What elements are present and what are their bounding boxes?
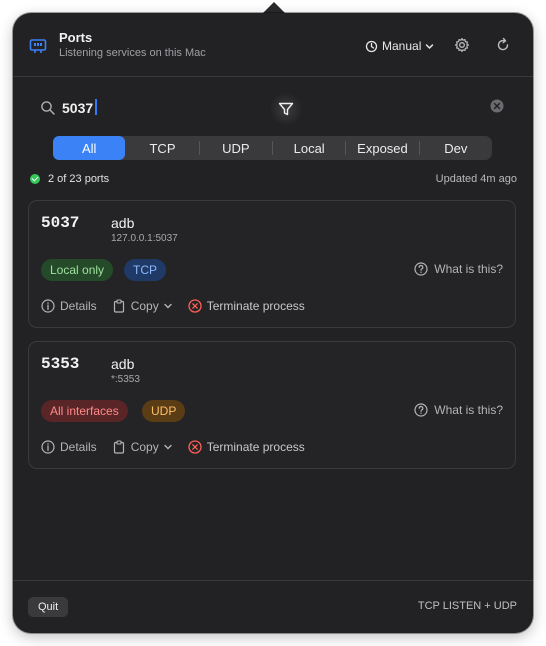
details-button[interactable]: Details — [41, 440, 97, 454]
chevron-down-icon — [426, 43, 434, 49]
clipboard-icon — [113, 299, 124, 313]
port-number: 5037 — [41, 214, 80, 232]
terminate-label: Terminate process — [206, 440, 305, 454]
process-name: adb — [111, 356, 135, 372]
copy-menu-button[interactable]: Copy — [113, 440, 172, 454]
terminate-process-button[interactable]: Terminate process — [188, 299, 305, 313]
question-icon — [414, 262, 428, 276]
details-button[interactable]: Details — [41, 299, 97, 313]
copy-label: Copy — [130, 299, 159, 313]
details-label: Details — [60, 299, 97, 313]
refresh-mode-label: Manual — [382, 39, 422, 53]
result-count: 2 of 23 ports — [48, 173, 110, 185]
scope-badge: All interfaces — [41, 400, 128, 422]
port-number: 5353 — [41, 355, 80, 373]
footer-divider — [13, 580, 533, 581]
info-icon — [41, 440, 55, 454]
app-subtitle: Listening services on this Mac — [59, 47, 206, 59]
chevron-down-icon — [164, 303, 172, 309]
chevron-down-icon — [164, 444, 172, 450]
port-card: 5353 adb *:5353 All interfaces UDP What … — [28, 341, 516, 469]
details-label: Details — [60, 440, 97, 454]
question-icon — [414, 403, 428, 417]
listen-address: *:5353 — [111, 374, 140, 385]
popover-arrow — [263, 2, 285, 13]
filter-icon[interactable] — [278, 101, 294, 117]
close-circle-icon — [188, 440, 202, 454]
terminate-label: Terminate process — [206, 299, 305, 313]
listen-address: 127.0.0.1:5037 — [111, 233, 178, 244]
port-card: 5037 adb 127.0.0.1:5037 Local only TCP W… — [28, 200, 516, 328]
gear-icon — [454, 37, 470, 53]
app-title: Ports — [59, 30, 93, 45]
header-divider — [13, 76, 533, 77]
refresh-icon — [497, 37, 509, 51]
text-caret — [95, 99, 97, 115]
tab-exposed[interactable]: Exposed — [346, 136, 418, 160]
listen-mode-label: TCP LISTEN + UDP — [417, 600, 517, 612]
clipboard-icon — [113, 440, 124, 454]
last-updated: Updated 4m ago — [435, 173, 517, 185]
what-is-this-link[interactable]: What is this? — [414, 262, 503, 276]
timer-icon — [365, 40, 378, 52]
what-is-this-label: What is this? — [434, 262, 503, 276]
close-circle-icon — [188, 299, 202, 313]
what-is-this-label: What is this? — [434, 403, 503, 417]
protocol-badge: TCP — [124, 259, 166, 281]
refresh-button[interactable] — [493, 35, 513, 55]
copy-label: Copy — [130, 440, 159, 454]
clear-search-icon[interactable] — [490, 99, 504, 113]
search-icon — [41, 101, 55, 115]
terminate-process-button[interactable]: Terminate process — [188, 440, 305, 454]
tab-udp[interactable]: UDP — [200, 136, 272, 160]
refresh-mode-dropdown[interactable]: Manual — [365, 37, 434, 55]
search-input[interactable] — [62, 97, 262, 119]
scope-badge: Local only — [41, 259, 114, 281]
copy-menu-button[interactable]: Copy — [113, 299, 172, 313]
ports-popover: Ports Listening services on this Mac Man… — [13, 13, 533, 633]
status-check-icon — [30, 174, 40, 184]
tab-tcp[interactable]: TCP — [126, 136, 198, 160]
protocol-filter-tabs: All TCP UDP Local Exposed Dev — [53, 136, 492, 160]
tab-all[interactable]: All — [53, 136, 126, 160]
what-is-this-link[interactable]: What is this? — [414, 403, 503, 417]
tab-local[interactable]: Local — [273, 136, 345, 160]
process-name: adb — [111, 215, 135, 231]
info-icon — [41, 299, 55, 313]
quit-button[interactable]: Quit — [28, 597, 69, 617]
settings-button[interactable] — [452, 35, 472, 55]
tab-dev[interactable]: Dev — [420, 136, 492, 160]
header: Ports Listening services on this Mac Man… — [13, 13, 533, 77]
card-actions: Details Copy Terminate process — [41, 438, 321, 456]
network-port-icon — [29, 39, 47, 53]
card-actions: Details Copy Terminate process — [41, 297, 321, 315]
protocol-badge: UDP — [142, 400, 186, 422]
